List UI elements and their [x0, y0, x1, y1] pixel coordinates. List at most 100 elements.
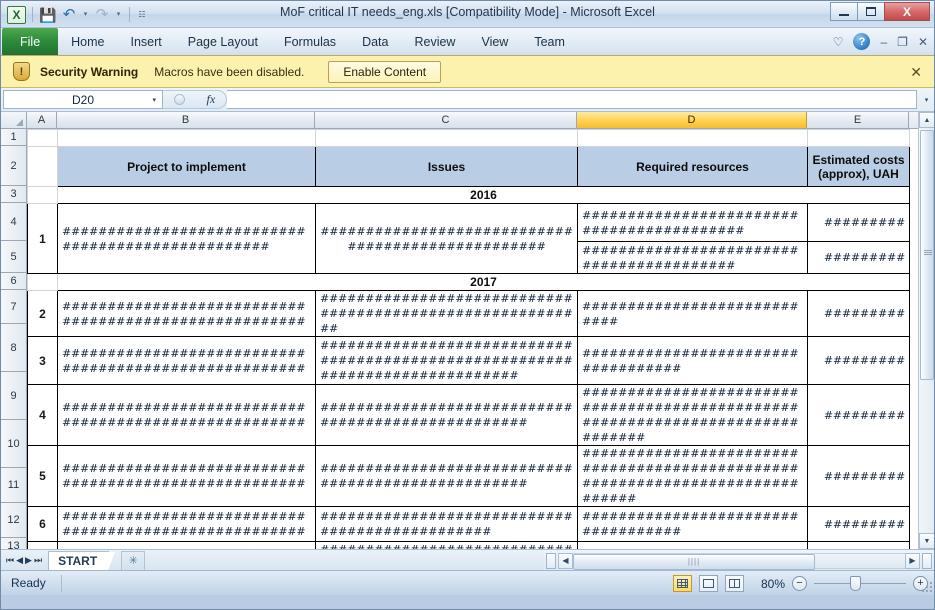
cell-c8[interactable]: ########################################… [316, 337, 578, 385]
close-icon[interactable]: ✕ [910, 64, 922, 81]
row-index-5[interactable]: 5 [28, 446, 58, 507]
window-resize-grip-icon[interactable] [920, 582, 932, 594]
minimize-ribbon-icon[interactable]: – [880, 36, 887, 48]
scroll-right-icon[interactable]: ▶ [905, 553, 920, 569]
row-header-1[interactable]: 1 [1, 129, 26, 146]
zoom-slider-handle[interactable] [850, 576, 861, 591]
row-header-4[interactable]: 4 [1, 203, 26, 241]
cell-e1[interactable] [808, 130, 910, 147]
row-header-6[interactable]: 6 [1, 273, 26, 290]
insert-worksheet-icon[interactable]: ✳ [121, 551, 145, 570]
row-header-9[interactable]: 9 [1, 372, 26, 420]
heart-icon[interactable]: ♡ [833, 36, 844, 48]
tab-team[interactable]: Team [521, 29, 578, 55]
tab-data[interactable]: Data [349, 29, 401, 55]
row-header-2[interactable]: 2 [1, 146, 26, 186]
sheet-tab-start[interactable]: START [48, 551, 109, 570]
cell-d8[interactable]: ################################### [578, 337, 808, 385]
page-layout-view-icon[interactable] [699, 575, 718, 592]
cell-e4[interactable]: ######### [808, 204, 910, 242]
cell-d1[interactable] [578, 130, 808, 147]
cancel-entry-icon[interactable] [174, 94, 185, 105]
cell-d12[interactable]: ############################ [578, 542, 808, 550]
column-header-c[interactable]: C [315, 112, 577, 128]
row-header-13[interactable]: 13 [1, 538, 26, 549]
first-sheet-icon[interactable]: ⏮ [6, 555, 14, 566]
row-index-7[interactable]: 7 [28, 542, 58, 550]
row-index-2[interactable]: 2 [28, 291, 58, 337]
insert-function-icon[interactable]: fx [206, 92, 215, 107]
tab-view[interactable]: View [468, 29, 521, 55]
cell-c9[interactable]: ########################################… [316, 385, 578, 446]
cell-b11[interactable]: ########################################… [58, 507, 316, 542]
column-header-b[interactable]: B [57, 112, 315, 128]
normal-view-icon[interactable] [673, 575, 692, 592]
cell-c11[interactable]: ########################################… [316, 507, 578, 542]
column-title-resources[interactable]: Required resources [578, 147, 808, 187]
column-title-issues[interactable]: Issues [316, 147, 578, 187]
cell-b12[interactable]: ########################################… [58, 542, 316, 550]
restore-window-icon[interactable]: ❐ [897, 36, 908, 48]
last-sheet-icon[interactable]: ⏭ [34, 555, 42, 566]
cell-b4[interactable]: ########################################… [58, 204, 316, 274]
close-button[interactable]: X [884, 2, 930, 21]
row-header-10[interactable]: 10 [1, 420, 26, 468]
enable-content-button[interactable]: Enable Content [328, 61, 441, 83]
cell-d9[interactable]: ########################################… [578, 385, 808, 446]
row-header-11[interactable]: 11 [1, 468, 26, 503]
cell-c10[interactable]: ########################################… [316, 446, 578, 507]
cell-c4[interactable]: ########################################… [316, 204, 578, 274]
cell-a2[interactable] [28, 147, 58, 187]
tab-review[interactable]: Review [401, 29, 468, 55]
column-header-d[interactable]: D [577, 112, 807, 128]
vertical-scroll-thumb[interactable] [920, 130, 934, 380]
column-title-estimated-costs[interactable]: Estimated costs (approx), UAH [808, 147, 910, 187]
row-header-3[interactable]: 3 [1, 186, 26, 203]
scroll-up-icon[interactable]: ▲ [919, 112, 934, 128]
row-index-3[interactable]: 3 [28, 337, 58, 385]
column-header-a[interactable]: A [27, 112, 57, 128]
cell-b9[interactable]: ########################################… [58, 385, 316, 446]
cell-c1[interactable] [316, 130, 578, 147]
row-header-8[interactable]: 8 [1, 324, 26, 372]
cell-e8[interactable]: ######### [808, 337, 910, 385]
zoom-level-label[interactable]: 80% [751, 577, 785, 591]
year-label-2016[interactable]: 2016 [58, 187, 910, 204]
formula-input[interactable] [227, 90, 917, 109]
row-header-5[interactable]: 5 [1, 241, 26, 273]
row-header-7[interactable]: 7 [1, 290, 26, 324]
vertical-scrollbar[interactable]: ▲ ▼ [918, 112, 934, 549]
zoom-slider[interactable] [814, 576, 906, 591]
row-index-1[interactable]: 1 [28, 204, 58, 274]
year-label-2017[interactable]: 2017 [58, 274, 910, 291]
cell-b1[interactable] [58, 130, 316, 147]
tab-page-layout[interactable]: Page Layout [175, 29, 271, 55]
name-box[interactable]: D20 ▾ [3, 90, 163, 109]
cell-e12[interactable]: ######### [808, 542, 910, 550]
cell-b10[interactable]: ########################################… [58, 446, 316, 507]
chevron-down-icon[interactable]: ▾ [152, 96, 156, 104]
cell-d5[interactable]: ########################################… [578, 242, 808, 274]
close-document-icon[interactable]: ✕ [918, 36, 928, 48]
cell-d7[interactable]: ############################ [578, 291, 808, 337]
cell-e9[interactable]: ######### [808, 385, 910, 446]
horizontal-scroll-track[interactable]: |||| [573, 553, 905, 569]
row-index-6[interactable]: 6 [28, 507, 58, 542]
maximize-button[interactable] [857, 2, 885, 21]
help-icon[interactable]: ? [853, 33, 870, 50]
cell-b8[interactable]: ########################################… [58, 337, 316, 385]
minimize-button[interactable] [830, 2, 858, 21]
tab-home[interactable]: Home [58, 29, 117, 55]
next-sheet-icon[interactable]: ▶ [25, 555, 32, 566]
tab-insert[interactable]: Insert [118, 29, 175, 55]
select-all-corner[interactable] [1, 112, 27, 128]
cell-d4[interactable]: ########################################… [578, 204, 808, 242]
cell-d10[interactable]: ########################################… [578, 446, 808, 507]
cell-c12[interactable]: ########################################… [316, 542, 578, 550]
horizontal-scroll-thumb[interactable]: |||| [573, 554, 815, 570]
column-header-e[interactable]: E [807, 112, 909, 128]
cell-c7[interactable]: ########################################… [316, 291, 578, 337]
tab-split-handle[interactable] [546, 553, 556, 569]
cell-b7[interactable]: ########################################… [58, 291, 316, 337]
prev-sheet-icon[interactable]: ◀ [16, 555, 23, 566]
